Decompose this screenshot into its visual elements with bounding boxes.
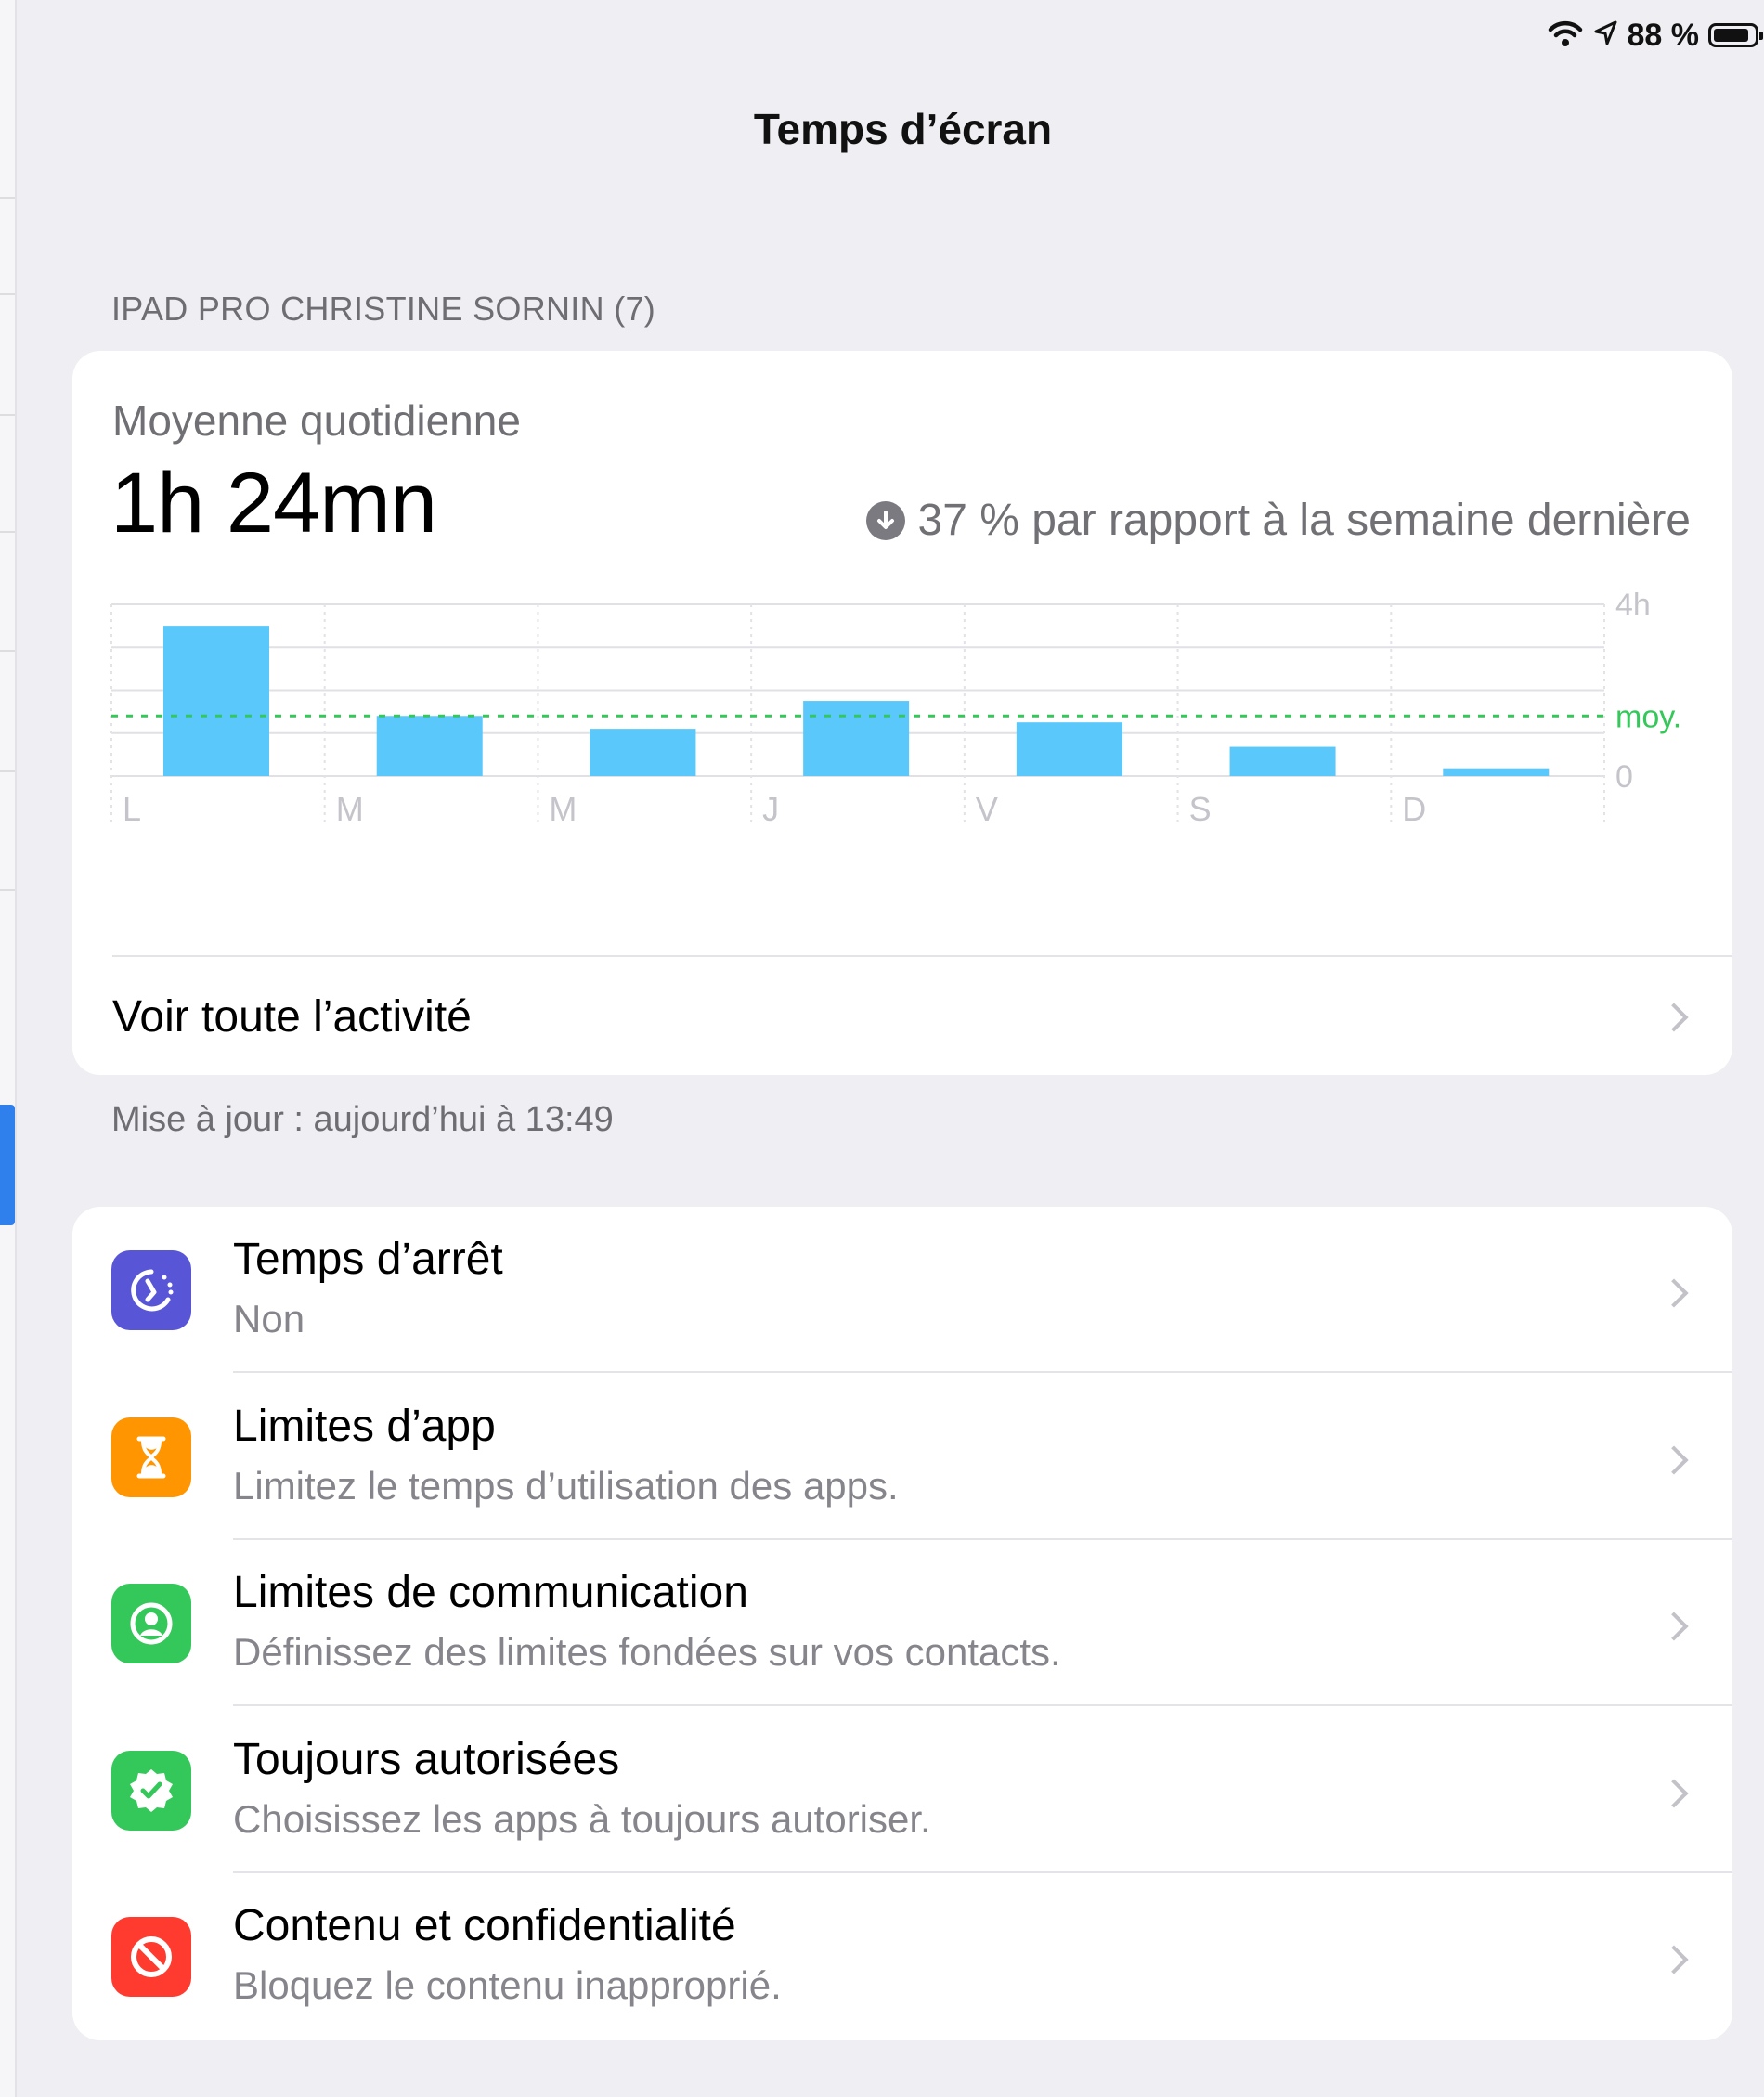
chevron-right-icon: [1659, 1445, 1689, 1475]
menu-row-contact[interactable]: Limites de communication Définissez des l…: [72, 1540, 1732, 1707]
sidebar-divider: [0, 650, 15, 652]
status-bar: 88 %: [1548, 13, 1763, 58]
restricted-icon: [111, 1917, 191, 1998]
contact-icon: [111, 1584, 191, 1664]
chart-bar: [590, 729, 696, 776]
chart-x-tick-label: S: [1189, 790, 1212, 824]
menu-row-checkmark-badge[interactable]: Toujours autorisées Choisissez les apps à…: [72, 1707, 1732, 1873]
page-title: Temps d’écran: [753, 105, 1053, 153]
menu-row-downtime[interactable]: Temps d’arrêt Non: [72, 1207, 1732, 1373]
weekly-change-text: 37 % par rapport à la semaine dernière: [917, 496, 1691, 545]
checkmark-badge-icon: [111, 1750, 191, 1831]
update-timestamp: Mise à jour : aujourd’hui à 13:49: [111, 1100, 614, 1139]
sidebar-divider: [0, 197, 15, 199]
see-all-activity-row[interactable]: Voir toute l’activité: [112, 955, 1732, 1075]
battery-tip: [1759, 32, 1763, 40]
device-section-header: IPAD PRO CHRISTINE SORNIN (7): [111, 290, 656, 328]
menu-row-subtitle: Non: [233, 1297, 305, 1340]
location-icon: [1592, 19, 1618, 52]
menu-row-subtitle: Définissez des limites fondées sur vos c…: [233, 1630, 1061, 1675]
usage-bar-chart[interactable]: L M M J V S Dmoy. 4h 0: [72, 574, 1732, 824]
menu-row-title: Temps d’arrêt: [233, 1235, 503, 1284]
menu-row-subtitle: Choisissez les apps à toujours autoriser…: [233, 1796, 931, 1841]
sidebar-divider: [0, 293, 15, 295]
chart-bar: [1443, 768, 1550, 776]
chevron-right-icon: [1659, 1278, 1689, 1308]
usage-summary-card: Moyenne quotidienne 1h 24mn 37 % par rap…: [72, 351, 1732, 1075]
menu-row-title: Limites de communication: [233, 1568, 748, 1618]
chart-bar: [1229, 746, 1336, 776]
chart-y-tick-label: 4h: [1615, 588, 1651, 623]
sidebar-divider: [0, 889, 15, 891]
menu-row-hourglass[interactable]: Limites d’app Limitez le temps d’utilisat…: [72, 1374, 1732, 1540]
chart-x-tick-label: M: [336, 790, 364, 824]
chart-y-tick-label: 0: [1615, 759, 1633, 795]
sidebar-divider: [0, 531, 15, 533]
chart-bar: [803, 701, 910, 776]
wifi-icon: [1548, 19, 1583, 52]
sidebar-selected-indicator[interactable]: [0, 1105, 15, 1225]
hourglass-icon: [111, 1417, 191, 1497]
weekly-change: 37 % par rapport à la semaine dernière: [865, 495, 1691, 546]
daily-average-value: 1h 24mn: [110, 456, 437, 550]
battery-icon: [1708, 23, 1763, 47]
chart-x-tick-label: D: [1402, 790, 1426, 824]
chart-x-tick-label: J: [762, 790, 779, 824]
chart-average-label: moy.: [1615, 699, 1681, 734]
arrow-down-circle-icon: [865, 500, 905, 540]
menu-row-subtitle: Bloquez le contenu inapproprié.: [233, 1963, 782, 2008]
menu-row-title: Toujours autorisées: [233, 1734, 620, 1784]
chart-x-tick-label: M: [549, 790, 577, 824]
chevron-right-icon: [1659, 1945, 1689, 1974]
chart-x-tick-label: V: [976, 790, 998, 824]
battery-percentage: 88 %: [1627, 17, 1700, 53]
chevron-right-icon: [1659, 1612, 1689, 1641]
sidebar-divider: [0, 414, 15, 416]
chevron-right-icon: [1659, 1779, 1689, 1808]
menu-row-restricted[interactable]: Contenu et confidentialité Bloquez le con…: [72, 1873, 1732, 2039]
chevron-right-icon: [1659, 1002, 1689, 1032]
menu-row-title: Contenu et confidentialité: [233, 1901, 736, 1951]
chart-x-tick-label: L: [123, 790, 141, 824]
settings-list-card: Temps d’arrêt Non Limites d’app Limitez le …: [72, 1207, 1732, 2040]
sidebar-edge: [0, 0, 17, 2097]
chart-bar: [163, 626, 269, 776]
chart-bar: [376, 716, 483, 776]
menu-row-title: Limites d’app: [233, 1401, 496, 1451]
chart-bar: [1016, 722, 1122, 776]
downtime-icon: [111, 1250, 191, 1330]
sidebar-divider: [0, 770, 15, 772]
menu-row-subtitle: Limitez le temps d’utilisation des apps.: [233, 1463, 899, 1508]
see-all-activity-label: Voir toute l’activité: [112, 992, 472, 1042]
daily-average-label: Moyenne quotidienne: [112, 396, 521, 445]
battery-fill: [1714, 29, 1748, 42]
